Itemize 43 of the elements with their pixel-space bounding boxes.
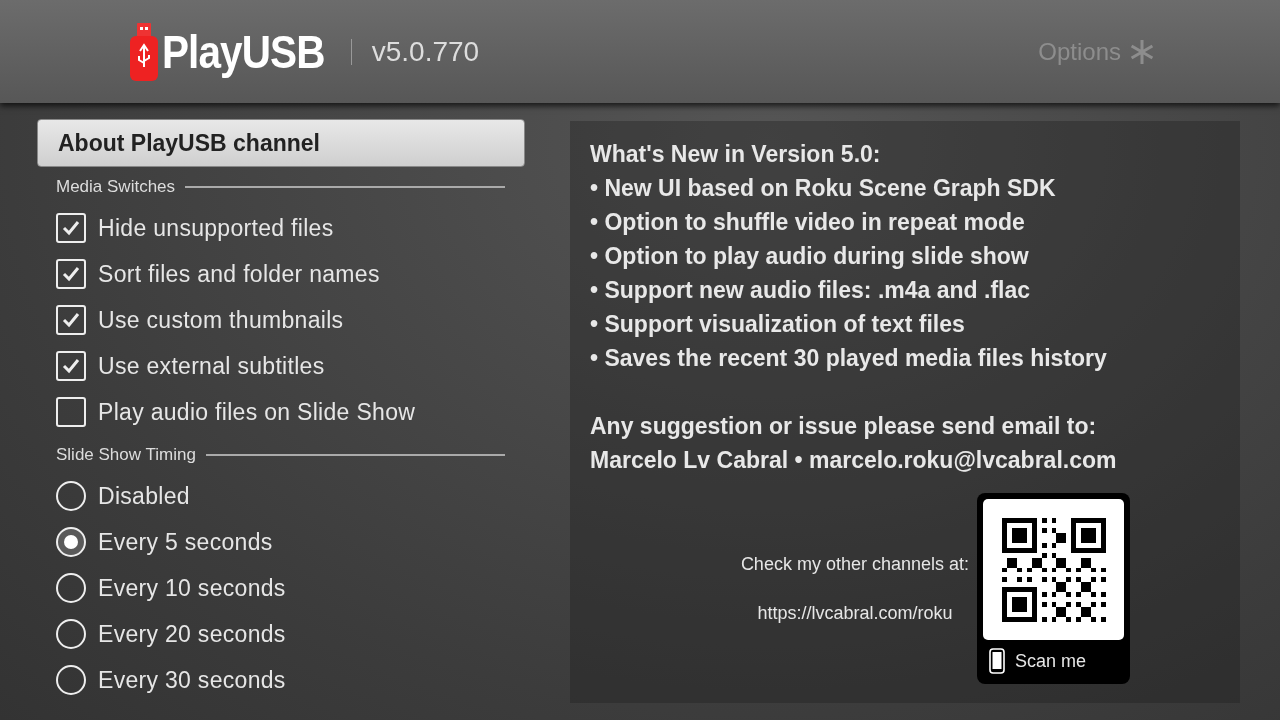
checkbox[interactable] (56, 259, 86, 289)
radio-button[interactable] (56, 573, 86, 603)
checkbox[interactable] (56, 213, 86, 243)
news-line: • New UI based on Roku Scene Graph SDK (590, 174, 1057, 203)
section-title: Slide Show Timing (56, 445, 196, 465)
option-label: Every 5 seconds (98, 528, 273, 556)
checkbox[interactable] (56, 351, 86, 381)
checkmark-icon (61, 310, 81, 330)
news-line: • Saves the recent 30 played media files history (590, 344, 1108, 373)
logo-text: PlayUSB (162, 24, 325, 79)
option-label: Sort files and folder names (98, 260, 380, 288)
scan-caption: Scan me (1015, 650, 1087, 672)
checkmark-icon (61, 264, 81, 284)
contact-line: Marcelo Lv Cabral • marcelo.roku@lvcabral.com (590, 446, 1118, 475)
radio-button[interactable] (56, 527, 86, 557)
checkmark-icon (61, 356, 81, 376)
news-line: • Support new audio files: .m4a and .flac (590, 276, 1031, 305)
channels-label: Check my other channels at: (740, 553, 969, 575)
option-label: Use custom thumbnails (98, 306, 344, 334)
radio-button[interactable] (56, 481, 86, 511)
channels-url: https://lvcabral.com/roku (757, 602, 953, 624)
checkmark-icon (61, 218, 81, 238)
radio-button[interactable] (56, 665, 86, 695)
option-label: Every 10 seconds (98, 574, 286, 602)
radio-button[interactable] (56, 619, 86, 649)
version-text: v5.0.770 (371, 35, 480, 68)
menu-item[interactable]: About PlayUSB channel (37, 119, 525, 167)
option-label: Every 30 seconds (98, 666, 286, 694)
news-line: • Support visualization of text files (590, 310, 966, 339)
option-label: Disabled (98, 482, 190, 510)
usb-drive-icon (130, 22, 158, 81)
option-label: Hide unsupported files (98, 214, 334, 242)
news-line: What's New in Version 5.0: (590, 140, 882, 169)
news-line: • Option to play audio during slide show (590, 242, 1030, 271)
phone-icon (989, 648, 1005, 674)
option-label: Play audio files on Slide Show (98, 398, 416, 426)
checkbox[interactable] (56, 397, 86, 427)
option-label: Use external subtitles (98, 352, 325, 380)
option-label: Every 20 seconds (98, 620, 286, 648)
section-title: Media Switches (56, 177, 176, 197)
news-line: • Option to shuffle video in repeat mode (590, 208, 1026, 237)
checkbox[interactable] (56, 305, 86, 335)
contact-line: Any suggestion or issue please send email to: (590, 412, 1098, 441)
